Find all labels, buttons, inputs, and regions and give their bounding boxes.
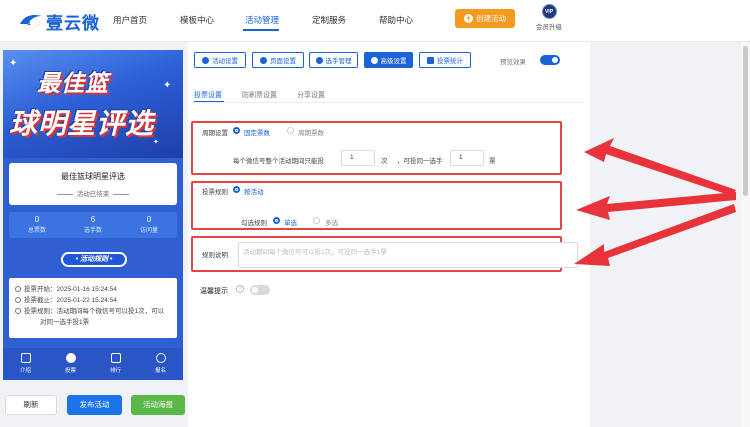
top-navbar: 1 壹云微 用户首页 模板中心 活动管理 定制服务 帮助中心 + 创建活动 VI… [0, 0, 750, 42]
radio-cycle-votes-label: 周期票数 [298, 130, 324, 137]
subtabs-divider [194, 102, 584, 103]
person-icon [155, 353, 166, 363]
nav-help-center[interactable]: 帮助中心 [379, 14, 413, 26]
toolbar-player-manage[interactable]: 选手管理 [309, 52, 358, 68]
stat-total-votes: 0 总票数 [27, 215, 46, 234]
vip-upgrade[interactable]: VIP 会员升级 [532, 4, 566, 31]
mobile-preview: ✦ ✦ ✦ 最佳篮 球明星评选 最佳篮球明星评选 活动已结束 0 总票数 6 选… [3, 50, 183, 380]
radio-by-activity[interactable] [233, 186, 240, 193]
refresh-button[interactable]: 刷新 [5, 395, 57, 415]
toolbar-vote-stats[interactable]: 投票统计 [419, 52, 471, 68]
rank-icon [110, 353, 121, 363]
document-icon [20, 353, 31, 363]
toolbar-page-settings[interactable]: 页面设置 [252, 52, 304, 68]
arrow-icon [584, 138, 736, 196]
rule-description-input[interactable]: 活动期间每个微信号可以投1次，可投同一选手1票 [238, 242, 578, 268]
stat-players: 6 选手数 [83, 215, 102, 234]
nav-template-center[interactable]: 模板中心 [180, 14, 214, 26]
tab-signup[interactable]: 报名 [138, 348, 183, 380]
nav-active-indicator [243, 29, 279, 31]
nav-custom-service[interactable]: 定制服务 [312, 14, 346, 26]
activity-rules-button[interactable]: • 活动规则 • [61, 252, 127, 267]
logo-icon: 1 [20, 15, 42, 29]
gear-icon [260, 56, 267, 64]
tab-intro[interactable]: 介绍 [3, 348, 48, 380]
info-row: 投票规则：活动期间每个微信号可以投1次，可以 [15, 306, 171, 317]
info-row: 投票开始：2025-01-16 15:24:54 [15, 284, 171, 295]
toolbar-activity-settings[interactable]: 活动设置 [194, 52, 246, 68]
subtab-vote-settings[interactable]: 投票设置 [194, 90, 222, 100]
stats-bar: 0 总票数 6 选手数 0 访问量 [9, 212, 177, 238]
vip-upgrade-label: 会员升级 [536, 24, 562, 31]
radio-multi-choice-label: 多选 [325, 220, 338, 227]
radio-fixed-votes[interactable] [233, 127, 240, 134]
help-icon[interactable]: ? [236, 285, 244, 293]
vote-icon [65, 353, 76, 363]
vote-rule-label: 投票规则 [202, 189, 228, 196]
rule-description-label: 规则说明 [202, 252, 228, 259]
poster-button[interactable]: 活动海报 [131, 395, 185, 415]
per-player-unit: 票 [489, 158, 496, 165]
preview-tabbar: 介绍 投票 排行 报名 [3, 348, 183, 380]
preview-content: 最佳篮球明星评选 活动已结束 0 总票数 6 选手数 0 访问量 • 活动规则 … [3, 158, 183, 348]
preview-effect-label: 预览效果 [500, 59, 526, 66]
logo[interactable]: 1 壹云微 [18, 8, 100, 34]
sparkle-icon: ✦ [163, 80, 172, 91]
nav-user-home[interactable]: 用户首页 [113, 14, 147, 26]
subtab-active-indicator [194, 101, 224, 102]
banner-title-line1: 最佳篮 [37, 70, 109, 96]
radio-cycle-votes[interactable] [287, 127, 294, 134]
activity-rules-label: • 活动规则 • [63, 254, 125, 265]
scrollbar-thumb[interactable] [743, 46, 748, 196]
preview-banner: ✦ ✦ ✦ 最佳篮 球明星评选 [3, 50, 183, 158]
vote-info-box: 投票开始：2025-01-16 15:24:54 投票截止：2025-01-22… [9, 278, 177, 338]
create-activity-label: 创建活动 [476, 14, 506, 23]
subtab-share-settings[interactable]: 分享设置 [297, 90, 325, 100]
logo-text: 壹云微 [46, 13, 100, 33]
page-scrollbar[interactable] [741, 42, 750, 427]
info-row-continued: 对同一选手投1票 [40, 319, 90, 326]
info-row: 投票截止：2025-01-22 15:24:54 [15, 295, 171, 306]
votes-unit: 次 [381, 158, 388, 165]
sparkle-icon: ✦ [9, 58, 18, 69]
stat-visits: 0 访问量 [139, 215, 158, 234]
vip-icon: VIP [541, 4, 557, 19]
clock-icon [15, 297, 21, 303]
per-player-input[interactable]: 1 [450, 150, 484, 166]
activity-title: 最佳篮球明星评选 [61, 172, 125, 181]
warm-tip-label: 温馨提示 [200, 288, 228, 295]
cycle-line-prefix: 每个微信号整个活动期间只能投 [233, 158, 324, 165]
gear-icon [202, 56, 209, 64]
toolbar-advanced-settings[interactable]: 高级设置 [364, 52, 413, 68]
create-activity-button[interactable]: + 创建活动 [455, 9, 515, 28]
bar-chart-icon [427, 56, 434, 64]
votes-input[interactable]: 1 [341, 150, 375, 166]
activity-status: 活动已结束 [9, 188, 177, 198]
sliders-icon [370, 56, 378, 64]
users-icon [315, 56, 323, 64]
tab-rank[interactable]: 排行 [93, 348, 138, 380]
annotation-arrows [574, 138, 736, 266]
banner-title-line2: 球明星评选 [9, 108, 155, 139]
svg-text:1: 1 [27, 20, 31, 27]
radio-by-activity-label: 按活动 [244, 189, 264, 196]
radio-single-choice[interactable] [273, 217, 280, 224]
check-rule-label: 勾选规则 [241, 220, 267, 227]
preview-effect-toggle[interactable] [540, 55, 560, 65]
tab-vote[interactable]: 投票 [48, 348, 93, 380]
warm-tip-toggle[interactable] [250, 285, 270, 295]
radio-single-choice-label: 单选 [284, 220, 297, 227]
info-icon [15, 308, 21, 314]
cycle-line-mid: ，可投同一选手 [397, 158, 443, 165]
radio-fixed-votes-label: 固定票数 [244, 130, 270, 137]
nav-activity-manage[interactable]: 活动管理 [245, 14, 279, 26]
clock-icon [15, 286, 21, 292]
activity-title-card: 最佳篮球明星评选 活动已结束 [9, 163, 177, 205]
subtab-anti-fraud[interactable]: 防刷票设置 [242, 90, 277, 100]
radio-multi-choice[interactable] [313, 217, 320, 224]
cycle-settings-label: 周期设置 [202, 130, 228, 137]
plus-icon: + [464, 13, 473, 23]
publish-button[interactable]: 发布活动 [67, 395, 122, 415]
